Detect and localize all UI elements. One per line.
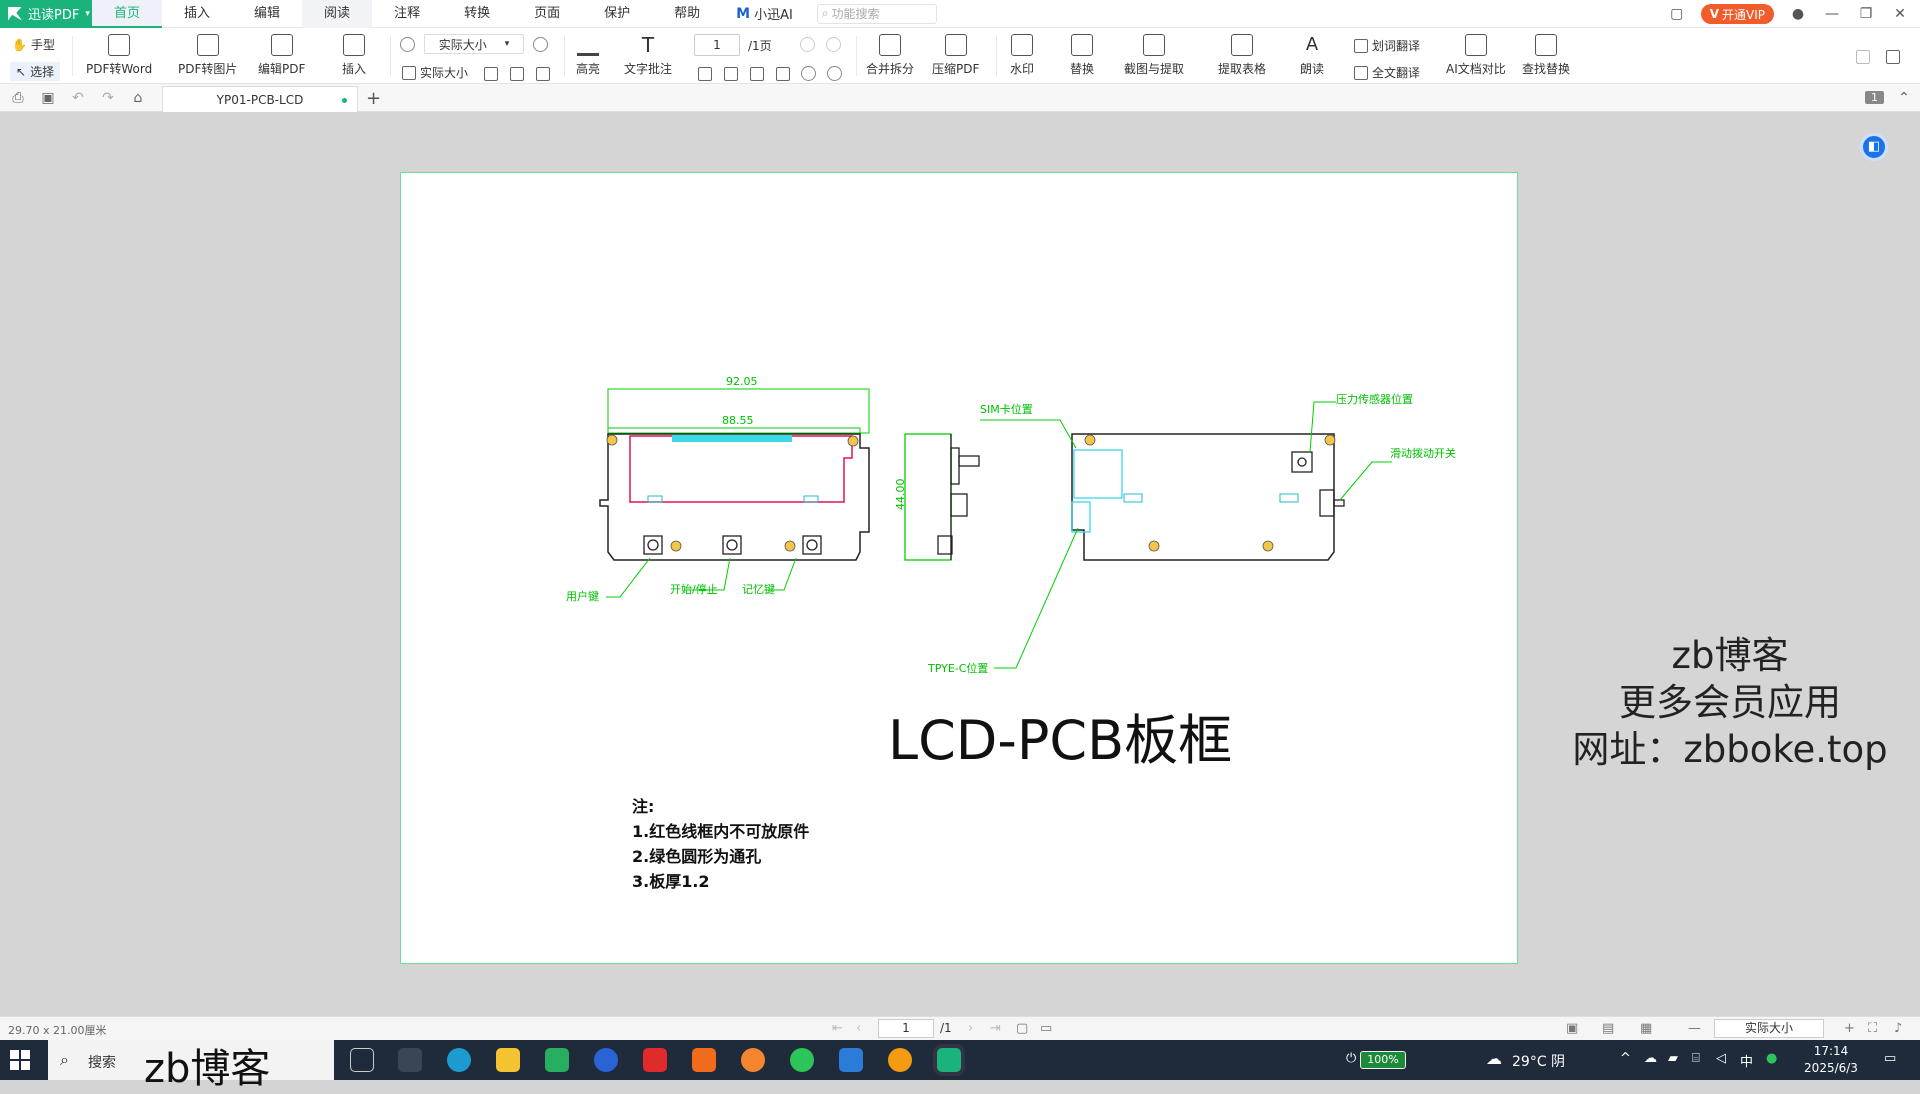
task-view-icon[interactable] <box>350 1048 374 1072</box>
volume-icon[interactable]: ◁ <box>1716 1051 1726 1066</box>
chrome-browser-icon[interactable] <box>594 1048 618 1072</box>
layout-mode-icon[interactable]: ▤ <box>1602 1021 1614 1036</box>
zoom-in-icon[interactable]: + <box>1844 1021 1855 1036</box>
wps-office-icon[interactable] <box>643 1048 667 1072</box>
last-page-icon[interactable]: ⇥ <box>990 1021 1001 1036</box>
typec-port <box>1071 501 1091 533</box>
plug-icon: ⏻ <box>1346 1051 1357 1066</box>
lcd-connector <box>672 435 792 442</box>
media-app-icon[interactable] <box>741 1048 765 1072</box>
ime-indicator[interactable]: 中 <box>1740 1051 1753 1070</box>
clock-time: 17:14 <box>1813 1044 1849 1058</box>
edge-browser-icon[interactable] <box>447 1048 471 1072</box>
slide-switch <box>1319 489 1345 517</box>
battery-indicator[interactable]: 100% <box>1360 1051 1406 1069</box>
label-pressure: 压力传感器位置 <box>1336 392 1413 406</box>
pdf-reader-app-icon[interactable] <box>937 1048 961 1072</box>
status-zoom-select[interactable]: 实际大小 <box>1714 1019 1824 1038</box>
pad-right <box>803 495 819 503</box>
ime-app-icon[interactable]: ● <box>1766 1051 1777 1066</box>
notes-heading: 注: <box>632 797 655 816</box>
tray-app-icon[interactable]: ▰ <box>1668 1051 1678 1066</box>
watermark-line: zb博客 <box>1671 634 1789 677</box>
drawing-notes: 注: 1.红色线框内不可放原件 2.绿色圆形为通孔 3.板厚1.2 <box>632 794 809 894</box>
office-app-icon[interactable] <box>692 1048 716 1072</box>
fullscreen-icon[interactable]: ⛶ <box>1868 1021 1877 1036</box>
sim-slot <box>1073 449 1123 499</box>
page-size-text: 29.70 x 21.00厘米 <box>8 1024 107 1037</box>
pad-r2 <box>1279 493 1299 503</box>
watermark-line: 网址：zbboke.top <box>1572 728 1888 771</box>
store-app-icon[interactable] <box>839 1048 863 1072</box>
label-user-key: 用户键 <box>566 589 599 603</box>
weather-text[interactable]: 29°C 阴 <box>1512 1051 1565 1071</box>
status-page-total: /1 <box>940 1021 952 1035</box>
notification-icon[interactable]: ♪ <box>1894 1021 1902 1036</box>
drawing-title: LCD-PCB板框 <box>888 709 1233 772</box>
windows-taskbar: ⌕ 搜索 zb博客 ⏻ 100% ☁ 29°C 阴 ^ ☁ ▰ ⌸ ◁ 中 ● … <box>0 1040 1920 1092</box>
note-item: 2.绿色圆形为通孔 <box>632 847 762 866</box>
status-page-input[interactable]: 1 <box>878 1019 934 1038</box>
spreadsheet-app-icon[interactable] <box>545 1048 569 1072</box>
pcb-drawing: 92.05 88.55 用户键 开始/停止 记忆键 44.00 SIM卡位置 压… <box>566 375 1456 675</box>
note-item: 3.板厚1.2 <box>632 872 710 891</box>
search-icon: ⌕ <box>60 1050 69 1069</box>
notification-center-icon[interactable]: ▭ <box>1884 1051 1896 1066</box>
overlay-brand-text: zb博客 <box>144 1046 271 1092</box>
label-start-stop: 开始/停止 <box>670 582 718 596</box>
view-double-icon[interactable]: ▭ <box>1040 1021 1052 1036</box>
cloud-sync-icon[interactable]: ☁ <box>1644 1051 1657 1066</box>
windows-start-icon[interactable] <box>10 1050 30 1070</box>
view-mode-icon[interactable]: ▣ <box>1566 1021 1578 1036</box>
label-switch: 滑动拨动开关 <box>1390 446 1456 460</box>
system-clock[interactable]: 17:14 2025/6/3 <box>1802 1043 1860 1077</box>
chevron-up-icon[interactable]: ^ <box>1620 1051 1631 1066</box>
note-item: 1.红色线框内不可放原件 <box>632 822 810 841</box>
grid-mode-icon[interactable]: ▦ <box>1640 1021 1652 1036</box>
pad-r1 <box>1123 493 1143 503</box>
prev-page-icon[interactable]: ‹ <box>856 1021 861 1036</box>
status-bar: 29.70 x 21.00厘米 ⇤ ‹ 1 /1 › ⇥ ▢ ▭ ▣ ▤ ▦ —… <box>0 1016 1920 1040</box>
side-view <box>904 433 980 561</box>
taskbar-search[interactable]: ⌕ 搜索 zb博客 <box>48 1040 334 1092</box>
first-page-icon[interactable]: ⇤ <box>832 1021 843 1036</box>
label-typec: TPYE-C位置 <box>927 661 988 675</box>
watermark-line: 更多会员应用 <box>1619 681 1841 724</box>
pad-left <box>647 495 663 503</box>
taskbar-app-icon[interactable] <box>398 1048 422 1072</box>
through-holes-left <box>606 434 859 552</box>
dim-height-label: 44.00 <box>894 479 907 511</box>
pressure-sensor <box>1291 451 1313 473</box>
music-app-icon[interactable] <box>888 1048 912 1072</box>
next-page-icon[interactable]: › <box>968 1021 973 1036</box>
keepout-area <box>629 435 853 503</box>
clock-date: 2025/6/3 <box>1804 1061 1858 1075</box>
dim-inner-label: 88.55 <box>722 414 754 427</box>
board-outline-right <box>1071 433 1335 561</box>
network-icon[interactable]: ⌸ <box>1692 1051 1700 1066</box>
weather-cloud-icon: ☁ <box>1486 1049 1502 1068</box>
watermark-text: zb博客 更多会员应用 网址：zbboke.top <box>1560 632 1900 773</box>
zoom-out-icon[interactable]: — <box>1688 1021 1701 1036</box>
view-single-icon[interactable]: ▢ <box>1016 1021 1028 1036</box>
label-sim: SIM卡位置 <box>980 402 1033 416</box>
label-memory: 记忆键 <box>742 582 775 596</box>
file-explorer-icon[interactable] <box>496 1048 520 1072</box>
taskbar-search-label: 搜索 <box>88 1055 116 1071</box>
wechat-icon[interactable] <box>790 1048 814 1072</box>
dim-outer-label: 92.05 <box>726 375 758 388</box>
